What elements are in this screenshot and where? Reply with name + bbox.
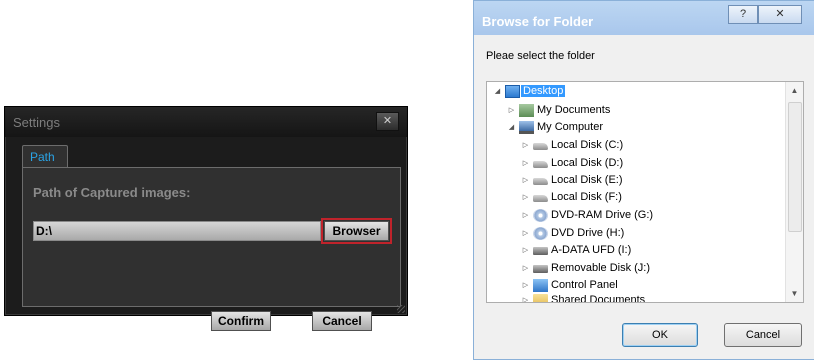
expand-icon[interactable]: ▷ xyxy=(507,106,516,115)
path-panel: Path of Captured images: D:\ Browser Con… xyxy=(22,167,401,331)
path-value: D:\ xyxy=(36,224,52,238)
tab-path[interactable]: Path xyxy=(22,145,68,168)
cancel-button[interactable]: Cancel xyxy=(724,323,802,347)
tree-item-label: My Computer xyxy=(537,121,604,133)
browse-prompt: Pleae select the folder xyxy=(486,50,595,62)
tree-item-label: Local Disk (E:) xyxy=(551,174,623,186)
collapse-icon[interactable]: ◢ xyxy=(493,87,502,96)
drive-icon xyxy=(533,143,548,150)
expand-icon[interactable]: ▷ xyxy=(521,229,530,238)
expand-icon[interactable]: ▷ xyxy=(521,159,530,168)
tree-item-label: A-DATA UFD (I:) xyxy=(551,244,632,256)
usb-drive-icon xyxy=(533,265,548,273)
expand-icon[interactable]: ▷ xyxy=(521,264,530,273)
tab-path-label: Path xyxy=(30,150,55,164)
expand-icon[interactable]: ▷ xyxy=(521,211,530,220)
confirm-button[interactable]: Confirm xyxy=(211,311,271,331)
settings-title: Settings xyxy=(13,115,60,130)
path-input[interactable]: D:\ xyxy=(33,221,321,241)
resize-grip-icon[interactable] xyxy=(397,305,405,313)
drive-icon xyxy=(533,161,548,168)
desktop-icon xyxy=(505,85,520,98)
ok-button[interactable]: OK xyxy=(622,323,698,347)
folder-tree[interactable]: ◢ Desktop ▷ My Documents ◢ My Computer ▷… xyxy=(486,81,804,303)
expand-icon[interactable]: ▷ xyxy=(521,193,530,202)
tree-item-label: Shared Documents xyxy=(551,294,646,303)
tree-item-label: DVD Drive (H:) xyxy=(551,227,625,239)
browse-title: Browse for Folder xyxy=(482,14,594,29)
browse-titlebar[interactable]: Browse for Folder ? ✕ xyxy=(474,1,814,35)
expand-icon[interactable]: ▷ xyxy=(521,281,530,290)
dvd-icon xyxy=(533,209,548,222)
tree-scrollbar[interactable]: ▲ ▼ xyxy=(785,82,803,302)
cancel-button[interactable]: Cancel xyxy=(312,311,372,331)
close-icon[interactable]: ✕ xyxy=(758,5,802,24)
folder-icon xyxy=(533,294,548,302)
documents-icon xyxy=(519,104,534,117)
tree-item-label: DVD-RAM Drive (G:) xyxy=(551,209,654,221)
usb-drive-icon xyxy=(533,247,548,255)
browser-button[interactable]: Browser xyxy=(321,218,392,244)
tree-item-label: Local Disk (C:) xyxy=(551,139,624,151)
expand-icon[interactable]: ▷ xyxy=(521,176,530,185)
tree-item-label: Control Panel xyxy=(551,279,618,291)
expand-icon[interactable]: ▷ xyxy=(521,296,530,302)
expand-icon[interactable]: ▷ xyxy=(521,141,530,150)
computer-icon xyxy=(519,121,534,134)
drive-icon xyxy=(533,195,548,202)
scroll-down-icon[interactable]: ▼ xyxy=(786,285,803,302)
tree-item-label: Local Disk (D:) xyxy=(551,157,624,169)
tree-item-label: Desktop xyxy=(521,85,566,97)
expand-icon[interactable]: ▷ xyxy=(521,246,530,255)
settings-titlebar[interactable]: Settings ✕ xyxy=(5,107,407,137)
close-icon[interactable]: ✕ xyxy=(376,112,399,131)
scroll-up-icon[interactable]: ▲ xyxy=(786,82,803,99)
dvd-icon xyxy=(533,227,548,240)
drive-icon xyxy=(533,178,548,185)
tree-item-label: Removable Disk (J:) xyxy=(551,262,651,274)
tree-item-label: Local Disk (F:) xyxy=(551,191,622,203)
control-panel-icon xyxy=(533,279,548,292)
collapse-icon[interactable]: ◢ xyxy=(507,123,516,132)
tree-item-label: My Documents xyxy=(537,104,611,116)
settings-dialog: Settings ✕ Path Path of Captured images:… xyxy=(4,106,408,331)
browse-folder-dialog: Browse for Folder ? ✕ Pleae select the f… xyxy=(473,0,814,360)
path-label: Path of Captured images: xyxy=(33,185,191,200)
scroll-thumb[interactable] xyxy=(788,102,802,232)
help-icon[interactable]: ? xyxy=(728,5,758,24)
